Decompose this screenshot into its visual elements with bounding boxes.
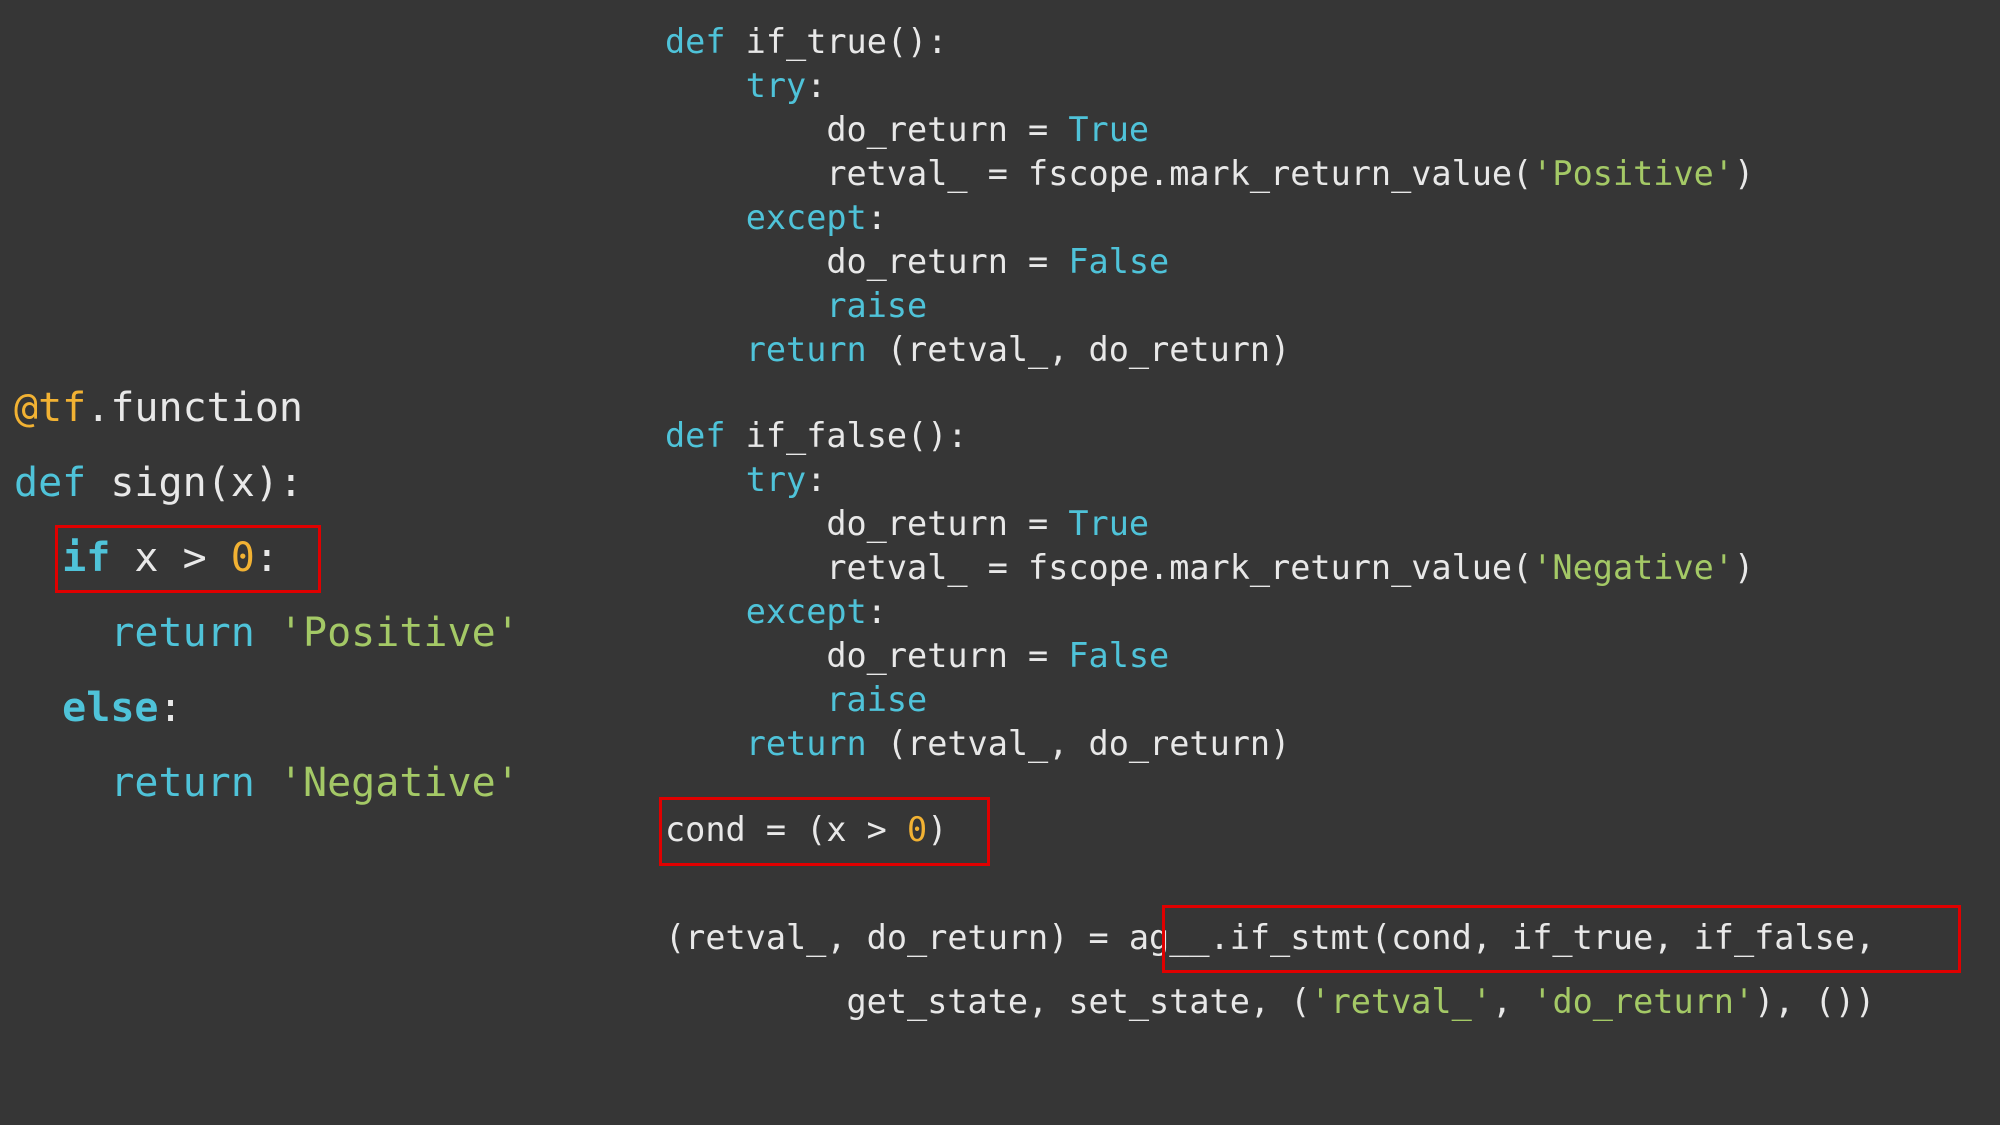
code-token: raise (826, 680, 928, 719)
code-token: return (110, 760, 255, 806)
code-token: 'do_return' (1532, 982, 1755, 1021)
code-line: try: (665, 458, 827, 502)
code-token: return (110, 610, 255, 656)
code-token: else (62, 685, 159, 731)
code-token: if_false(): (725, 416, 968, 455)
code-line: do_return = False (665, 240, 1169, 284)
code-token: get_state, set_state, ( (665, 982, 1311, 1021)
code-token: 'Negative' (278, 760, 520, 806)
code-token: ) (1733, 154, 1755, 193)
code-token: do_return = (665, 504, 1069, 543)
code-token: @tf (14, 385, 87, 431)
code-token: if_true(): (725, 22, 948, 61)
code-token: except (745, 592, 867, 631)
if-stmt-call-highlight (1162, 905, 1961, 973)
code-line: except: (665, 590, 887, 634)
code-line: retval_ = fscope.mark_return_value('Nega… (665, 546, 1754, 590)
code-line: try: (665, 64, 827, 108)
code-line: return (retval_, do_return) (665, 722, 1291, 766)
code-token: : (806, 460, 827, 499)
left-code-panel: @tf.function def sign(x): if x > 0: retur… (14, 384, 574, 824)
code-token: : (866, 198, 887, 237)
code-token: (retval_, do_return) (866, 724, 1291, 763)
code-line: except: (665, 196, 887, 240)
code-token: raise (826, 286, 928, 325)
code-token: try (745, 460, 807, 499)
code-token: 'Positive' (1532, 154, 1734, 193)
code-token: 'Negative' (1532, 548, 1734, 587)
if-condition-highlight (55, 525, 321, 593)
right-code-panel: def if_true(): try: do_return = True ret… (665, 20, 1985, 1030)
code-line: raise (665, 284, 927, 328)
code-token: do_return = (665, 636, 1069, 675)
code-token: .function (86, 385, 303, 431)
code-line: retval_ = fscope.mark_return_value('Posi… (665, 152, 1754, 196)
code-line: def if_false(): (665, 414, 968, 458)
code-line: @tf.function (14, 384, 303, 432)
code-token: return (745, 724, 867, 763)
code-token: (retval_, do_return) (866, 330, 1291, 369)
code-token: def (14, 460, 87, 506)
code-token: ), ()) (1754, 982, 1876, 1021)
code-line: do_return = True (665, 108, 1149, 152)
code-token: retval_ = fscope.mark_return_value( (665, 154, 1533, 193)
cond-assignment-highlight (659, 797, 990, 866)
code-token: 'retval_' (1310, 982, 1492, 1021)
code-token: 'Positive' (278, 610, 520, 656)
code-line: else: (14, 684, 183, 732)
code-token: : (866, 592, 887, 631)
code-token: def (665, 22, 726, 61)
code-token: ) (1733, 548, 1755, 587)
code-token: True (1068, 504, 1150, 543)
code-line: return (retval_, do_return) (665, 328, 1291, 372)
code-token: : (806, 66, 827, 105)
code-token: except (745, 198, 867, 237)
code-line: return 'Negative' (14, 759, 520, 807)
code-token: def (665, 416, 726, 455)
code-token: return (745, 330, 867, 369)
code-token: , (1491, 982, 1533, 1021)
code-line: do_return = False (665, 634, 1169, 678)
code-line: def sign(x): (14, 459, 303, 507)
code-token: False (1068, 636, 1170, 675)
code-token: try (745, 66, 807, 105)
code-token: sign(x): (86, 460, 303, 506)
code-line: do_return = True (665, 502, 1149, 546)
code-line: return 'Positive' (14, 609, 520, 657)
code-token: False (1068, 242, 1170, 281)
code-token: True (1068, 110, 1150, 149)
code-token: : (158, 685, 183, 731)
code-line: get_state, set_state, ('retval_', 'do_re… (665, 980, 1876, 1024)
code-token: do_return = (665, 242, 1069, 281)
code-line: def if_true(): (665, 20, 947, 64)
code-line: raise (665, 678, 927, 722)
code-token: do_return = (665, 110, 1069, 149)
code-token: retval_ = fscope.mark_return_value( (665, 548, 1533, 587)
